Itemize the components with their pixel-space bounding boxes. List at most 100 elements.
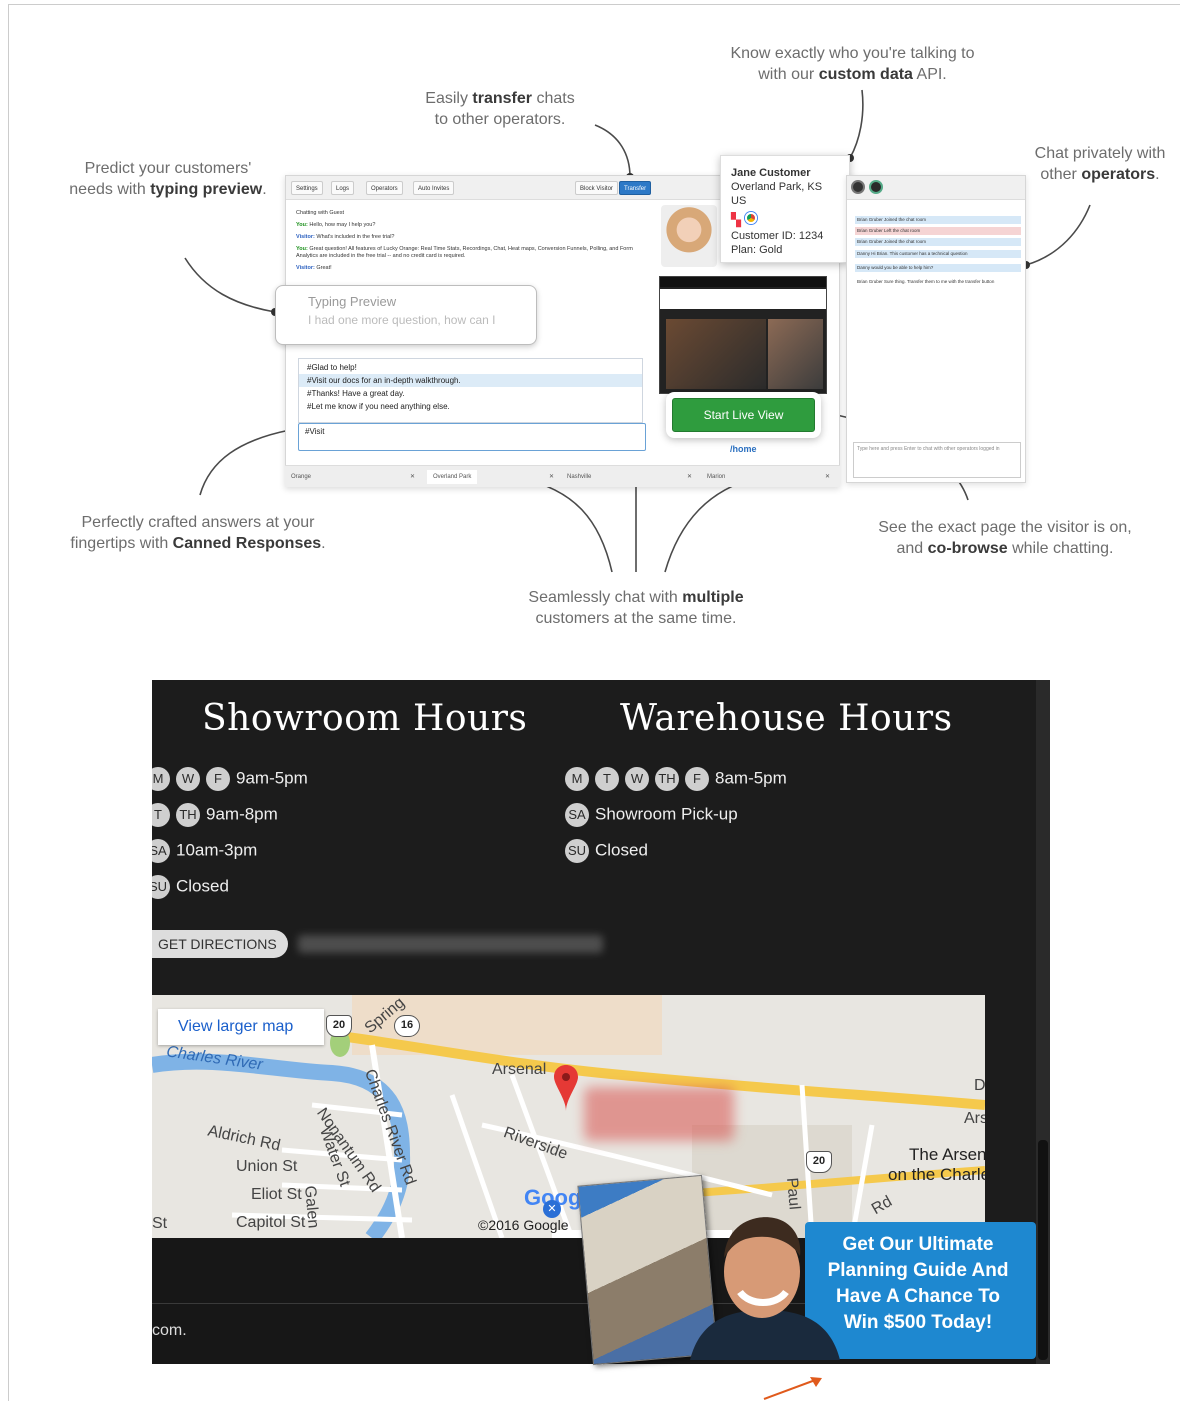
route-shield-icon: 20 [806, 1151, 832, 1173]
page-scrollbar-thumb[interactable] [1038, 1140, 1048, 1360]
day-badge: F [206, 767, 230, 791]
day-badge: W [625, 767, 649, 791]
chat-tabs: Orange ✕ Overland Park ✕ Nashville ✕ Mar… [285, 465, 840, 487]
chat-message: You: Great question! All features of Luc… [296, 246, 633, 259]
canned-response-item[interactable]: #Let me know if you need anything else. [299, 400, 642, 413]
callout-multiple-chats: Seamlessly chat with multiple customers … [528, 589, 744, 627]
transfer-button[interactable]: Transfer [619, 181, 652, 195]
callout-typing-preview: Predict your customers' needs with typin… [69, 160, 267, 198]
logs-button[interactable]: Logs [331, 181, 355, 195]
map-pin-icon[interactable] [554, 1065, 578, 1111]
showroom-hours-row: T TH 9am-8pm [146, 801, 278, 827]
promo-text: Get Our Ultimate Planning Guide And Have… [827, 1234, 1009, 1333]
map-label: D [974, 1077, 985, 1094]
callout-custom-data: Know exactly who you're talking to with … [730, 45, 975, 83]
warehouse-hours-row: SU Closed [565, 837, 648, 863]
callout-private-chat: Chat privately with other operators. [1034, 145, 1166, 183]
operator-avatar-icon[interactable] [869, 180, 883, 194]
chat-message-input[interactable]: #Visit [298, 423, 646, 451]
operator-message: Brian Gruber Joined the chat room [855, 238, 1021, 246]
tab-close-icon[interactable]: ✕ [549, 470, 554, 484]
operator-avatar-icon[interactable] [851, 180, 865, 194]
callout-transfer: Easily transfer chats to other operators… [425, 90, 575, 128]
current-page-path: /home [730, 444, 757, 454]
route-shield-icon: 20 [326, 1015, 352, 1037]
warehouse-hours-title: Warehouse Hours [620, 698, 953, 739]
customer-id: Customer ID: 1234 [731, 230, 824, 242]
blurred-address [298, 935, 603, 953]
callout-cobrowse: See the exact page the visitor is on, an… [878, 519, 1132, 557]
settings-button[interactable]: Settings [291, 181, 323, 195]
route-shield-icon: 16 [394, 1015, 420, 1037]
preview-banner-image [666, 319, 766, 389]
customer-location: Overland Park, KS US [731, 181, 823, 207]
tab-orange[interactable]: Orange [291, 470, 311, 484]
block-visitor-button[interactable]: Block Visitor [575, 181, 618, 195]
close-icon[interactable]: ✕ [543, 1200, 561, 1218]
map-label: Union St [236, 1158, 298, 1175]
chat-message: Visitor: What's included in the free tri… [296, 234, 395, 240]
day-badge: TH [655, 767, 679, 791]
chat-message: Visitor: Great! [296, 265, 332, 271]
typing-preview-text: I had one more question, how can I [308, 313, 496, 327]
view-larger-map-link[interactable]: View larger map [158, 1009, 324, 1045]
day-badge: W [176, 767, 200, 791]
map-label: Ars [964, 1110, 985, 1127]
operator-message: Danny would you be able to help him? [855, 264, 1021, 272]
chat-transcript: Chatting with Guest You: Hello, how may … [296, 210, 651, 277]
map-label: Arsenal [492, 1061, 547, 1078]
operator-message: Brian Gruber Left the chat room [855, 227, 1021, 235]
callout-canned-responses: Perfectly crafted answers at your finger… [70, 514, 326, 552]
operator-panel-header [847, 176, 1025, 200]
day-badge: TH [176, 803, 200, 827]
canned-response-item[interactable]: #Glad to help! [299, 361, 642, 374]
get-directions-button[interactable]: GET DIRECTIONS [152, 930, 288, 958]
day-badge: T [595, 767, 619, 791]
customer-plan: Plan: Gold [731, 244, 783, 256]
chat-message: You: Hello, how may I help you? [296, 222, 376, 228]
warehouse-hours-row: M T W TH F 8am-5pm [565, 765, 787, 791]
customer-info-card: Jane Customer Overland Park, KS US ▚ Cus… [720, 155, 850, 263]
windows-icon: ▚ [731, 212, 741, 227]
tab-overland-park[interactable]: Overland Park [427, 470, 478, 484]
chrome-icon [744, 212, 757, 224]
start-live-view-button[interactable]: Start Live View [672, 398, 815, 432]
cobrowse-page-preview [659, 276, 827, 394]
preview-top-bar [660, 277, 826, 287]
map-label: Capitol St [236, 1214, 306, 1231]
canned-response-item[interactable]: #Visit our docs for an in-depth walkthro… [299, 374, 642, 387]
browser-os-icons: ▚ [731, 212, 839, 227]
typing-preview-title: Typing Preview [308, 294, 397, 309]
day-badge: F [685, 767, 709, 791]
tab-close-icon[interactable]: ✕ [687, 470, 692, 484]
map-label: Paul [783, 1177, 803, 1211]
customer-name: Jane Customer [731, 167, 811, 179]
operator-message: Brian Gruber Sure thing. Transfer them t… [857, 279, 995, 284]
tab-nashville[interactable]: Nashville [567, 470, 591, 484]
map-label: Galen [301, 1185, 322, 1230]
preview-side-image [768, 319, 823, 389]
map-label: on the Charles [888, 1165, 985, 1184]
tab-marion[interactable]: Marion [707, 470, 725, 484]
showroom-hours-title: Showroom Hours [202, 698, 528, 739]
auto-invites-button[interactable]: Auto Invites [413, 181, 455, 195]
frame-left-border [8, 4, 9, 1401]
map-copyright: ©2016 Google [478, 1217, 569, 1233]
day-badge: SA [565, 803, 589, 827]
canned-responses-list: #Glad to help! #Visit our docs for an in… [298, 358, 643, 423]
footer-text: com. [152, 1322, 187, 1339]
map-label: Eliot St [251, 1186, 302, 1203]
showroom-hours-row: SU Closed [146, 873, 229, 899]
tab-close-icon[interactable]: ✕ [410, 470, 415, 484]
operator-chat-panel: Brian Gruber Joined the chat room Brian … [846, 175, 1026, 483]
left-crop-edge [140, 760, 152, 900]
operator-chat-input[interactable]: Type here and press Enter to chat with o… [853, 442, 1021, 478]
canned-response-item[interactable]: #Thanks! Have a great day. [299, 387, 642, 400]
map-label: St [152, 1215, 168, 1232]
annotation-arrow-icon [763, 1377, 822, 1400]
frame-top-border [8, 4, 1180, 5]
operator-message: Brian Gruber Joined the chat room [855, 216, 1021, 224]
operator-message: Danny Hi Brian. This customer has a tech… [855, 250, 1021, 258]
operators-button[interactable]: Operators [366, 181, 403, 195]
tab-close-icon[interactable]: ✕ [825, 470, 830, 484]
